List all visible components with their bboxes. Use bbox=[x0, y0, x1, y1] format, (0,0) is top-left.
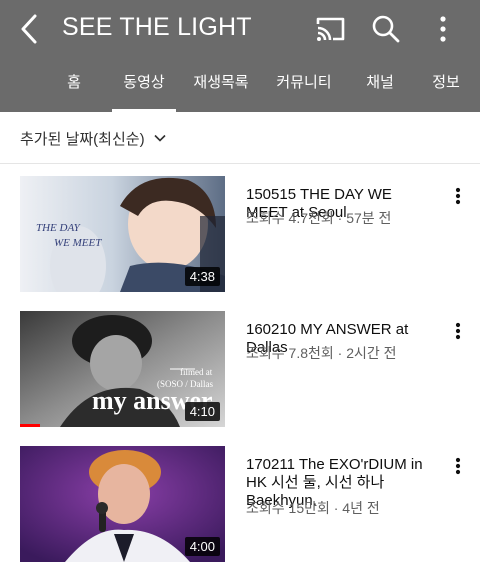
tab-home[interactable]: 홈 bbox=[60, 58, 88, 112]
cast-button[interactable] bbox=[310, 10, 350, 48]
overlay-text: WE MEET bbox=[54, 237, 102, 249]
back-button[interactable] bbox=[10, 9, 50, 49]
tab-about[interactable]: 정보 bbox=[424, 58, 468, 112]
video-meta: 조회수 4.7천회 · 57분 전 bbox=[246, 210, 392, 226]
video-thumbnail[interactable]: filmed at (SOSO / Dallas my answer 4:10 bbox=[20, 311, 225, 427]
duration-badge: 4:10 bbox=[184, 402, 220, 421]
back-arrow-icon bbox=[21, 14, 37, 44]
search-button[interactable] bbox=[366, 9, 406, 49]
overlay-text: THE DAY bbox=[36, 222, 82, 234]
channel-title: SEE THE LIGHT bbox=[62, 13, 252, 41]
video-menu-button[interactable] bbox=[448, 454, 468, 482]
video-meta: 조회수 7.8천회 · 2시간 전 bbox=[246, 345, 397, 361]
more-vert-icon bbox=[455, 322, 461, 340]
video-menu-button[interactable] bbox=[448, 319, 468, 347]
sort-dropdown[interactable]: 추가된 날짜(최신순) bbox=[20, 124, 167, 152]
tab-videos[interactable]: 동영상 bbox=[112, 58, 176, 112]
tab-playlists[interactable]: 재생목록 bbox=[189, 58, 253, 112]
duration-badge: 4:00 bbox=[184, 537, 220, 556]
tab-community[interactable]: 커뮤니티 bbox=[272, 58, 336, 112]
video-meta: 조회수 15만회 · 4년 전 bbox=[246, 500, 380, 516]
channel-app-bar: SEE THE LIGHT 홈 동영상 재생목록 커뮤니티 채널 정보 bbox=[0, 0, 480, 112]
video-item[interactable]: filmed at (SOSO / Dallas my answer 4:10 … bbox=[0, 311, 480, 427]
more-vert-icon bbox=[455, 457, 461, 475]
more-vert-icon bbox=[440, 16, 446, 42]
search-icon bbox=[372, 15, 400, 43]
sort-label: 추가된 날짜(최신순) bbox=[20, 130, 145, 148]
channel-tabs: 홈 동영상 재생목록 커뮤니티 채널 정보 bbox=[0, 58, 480, 112]
video-thumbnail[interactable]: THE DAY WE MEET 4:38 bbox=[20, 176, 225, 292]
top-toolbar: SEE THE LIGHT bbox=[0, 0, 480, 58]
video-item[interactable]: THE DAY WE MEET 4:38 150515 THE DAY WE M… bbox=[0, 176, 480, 292]
more-vert-icon bbox=[455, 187, 461, 205]
video-menu-button[interactable] bbox=[448, 184, 468, 212]
video-thumbnail[interactable]: 4:00 bbox=[20, 446, 225, 562]
more-options-button[interactable] bbox=[424, 9, 462, 49]
video-item[interactable]: 4:00 170211 The EXO'rDIUM in HK 시선 둘, 시선… bbox=[0, 446, 480, 562]
overlay-text: filmed at bbox=[180, 367, 213, 377]
tab-channels[interactable]: 채널 bbox=[358, 58, 402, 112]
watched-progress-bar bbox=[20, 424, 40, 427]
chevron-down-icon bbox=[153, 134, 166, 142]
divider bbox=[0, 163, 480, 164]
duration-badge: 4:38 bbox=[184, 267, 220, 286]
cast-icon bbox=[316, 17, 345, 41]
